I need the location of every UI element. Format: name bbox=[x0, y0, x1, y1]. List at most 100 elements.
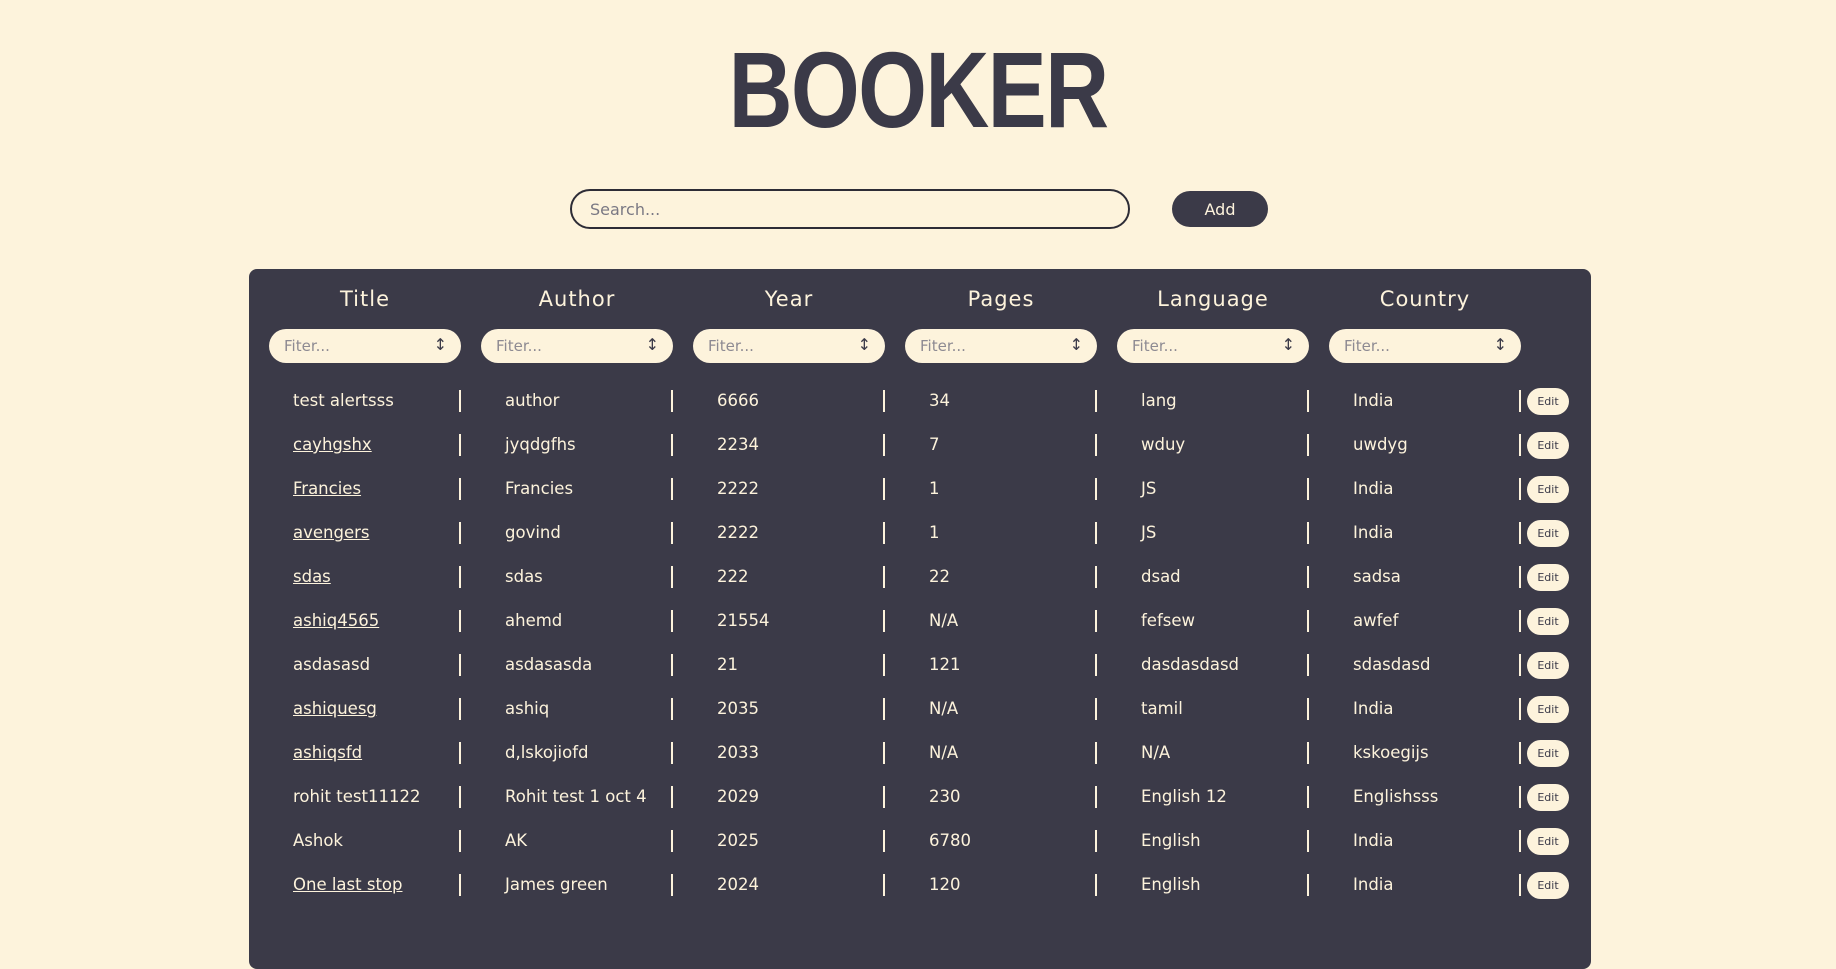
edit-button[interactable]: Edit bbox=[1527, 608, 1569, 635]
cell-country: awfef bbox=[1353, 611, 1399, 630]
edit-button[interactable]: Edit bbox=[1527, 828, 1569, 855]
sort-arrows-icon[interactable]: ↕ bbox=[646, 335, 659, 354]
sort-arrows-icon[interactable]: ↕ bbox=[858, 335, 871, 354]
column-divider bbox=[671, 654, 673, 676]
column-divider bbox=[1519, 874, 1521, 896]
cell-year: 2222 bbox=[717, 523, 759, 542]
column-divider bbox=[1519, 478, 1521, 500]
column-header-year[interactable]: Year bbox=[693, 287, 885, 311]
column-divider bbox=[671, 742, 673, 764]
cell-pages: 7 bbox=[929, 435, 940, 454]
sort-arrows-icon[interactable]: ↕ bbox=[1282, 335, 1295, 354]
cell-title[interactable]: ashiquesg bbox=[293, 687, 377, 731]
column-divider bbox=[1519, 830, 1521, 852]
edit-button[interactable]: Edit bbox=[1527, 432, 1569, 459]
column-divider bbox=[459, 830, 461, 852]
column-header-country[interactable]: Country bbox=[1329, 287, 1521, 311]
sort-arrows-icon[interactable]: ↕ bbox=[434, 335, 447, 354]
cell-pages: 230 bbox=[929, 787, 961, 806]
column-divider bbox=[883, 478, 885, 500]
edit-button[interactable]: Edit bbox=[1527, 564, 1569, 591]
filter-input-pages[interactable]: Fiter... ↕ bbox=[905, 329, 1097, 363]
cell-country: sdasdasd bbox=[1353, 655, 1431, 674]
filter-input-author[interactable]: Fiter... ↕ bbox=[481, 329, 673, 363]
column-header-title[interactable]: Title bbox=[269, 287, 461, 311]
filter-input-year[interactable]: Fiter... ↕ bbox=[693, 329, 885, 363]
column-header-language[interactable]: Language bbox=[1117, 287, 1309, 311]
filter-input-language[interactable]: Fiter... ↕ bbox=[1117, 329, 1309, 363]
column-divider bbox=[459, 654, 461, 676]
edit-button[interactable]: Edit bbox=[1527, 784, 1569, 811]
edit-button[interactable]: Edit bbox=[1527, 872, 1569, 899]
column-divider bbox=[459, 742, 461, 764]
cell-title[interactable]: cayhgshx bbox=[293, 423, 372, 467]
table-row: asdasasd asdasasda 21 121 dasdasdasd sdasdasd… bbox=[249, 643, 1591, 687]
column-divider bbox=[1095, 786, 1097, 808]
column-divider bbox=[671, 830, 673, 852]
column-divider bbox=[1095, 522, 1097, 544]
column-divider bbox=[1307, 874, 1309, 896]
column-divider bbox=[1519, 566, 1521, 588]
cell-title[interactable]: sdas bbox=[293, 555, 331, 599]
table-row: Ashok AK 2025 6780 English India Edit bbox=[249, 819, 1591, 863]
table-row: test alertsss author 6666 34 lang India Edit bbox=[249, 379, 1591, 423]
table-row: ashiq4565 ahemd 21554 N/A fefsew awfef Edit bbox=[249, 599, 1591, 643]
column-divider bbox=[459, 566, 461, 588]
cell-language: JS bbox=[1141, 523, 1157, 542]
books-table: Title Fiter... ↕ Author Fiter... ↕ Year Fiter..… bbox=[249, 269, 1591, 969]
sort-arrows-icon[interactable]: ↕ bbox=[1070, 335, 1083, 354]
cell-author: ashiq bbox=[505, 699, 550, 718]
cell-title[interactable]: ashiq4565 bbox=[293, 599, 379, 643]
cell-language: dasdasdasd bbox=[1141, 655, 1240, 674]
edit-button[interactable]: Edit bbox=[1527, 476, 1569, 503]
app-logo: BOOKER bbox=[728, 29, 1110, 150]
cell-author: govind bbox=[505, 523, 561, 542]
sort-arrows-icon[interactable]: ↕ bbox=[1494, 335, 1507, 354]
column-header-author[interactable]: Author bbox=[481, 287, 673, 311]
edit-button[interactable]: Edit bbox=[1527, 696, 1569, 723]
filter-placeholder: Fiter... bbox=[496, 337, 542, 355]
cell-title[interactable]: Francies bbox=[293, 467, 361, 511]
table-row: Francies Francies 2222 1 JS India Edit bbox=[249, 467, 1591, 511]
table-row: sdas sdas 222 22 dsad sadsa Edit bbox=[249, 555, 1591, 599]
search-input[interactable] bbox=[570, 189, 1130, 229]
column-divider bbox=[883, 698, 885, 720]
cell-author: Francies bbox=[505, 479, 574, 498]
column-divider bbox=[671, 874, 673, 896]
column-divider bbox=[459, 786, 461, 808]
filter-input-title[interactable]: Fiter... ↕ bbox=[269, 329, 461, 363]
column-divider bbox=[1519, 698, 1521, 720]
edit-button[interactable]: Edit bbox=[1527, 740, 1569, 767]
column-divider bbox=[883, 874, 885, 896]
column-divider bbox=[1095, 610, 1097, 632]
edit-button[interactable]: Edit bbox=[1527, 520, 1569, 547]
column-divider bbox=[883, 830, 885, 852]
column-divider bbox=[1307, 522, 1309, 544]
column-divider bbox=[883, 654, 885, 676]
cell-title: Ashok bbox=[293, 831, 343, 850]
column-divider bbox=[1519, 742, 1521, 764]
cell-year: 2029 bbox=[717, 787, 759, 806]
add-book-button[interactable]: Add bbox=[1172, 191, 1268, 227]
table-row: ashiquesg ashiq 2035 N/A tamil India Edit bbox=[249, 687, 1591, 731]
filter-placeholder: Fiter... bbox=[1344, 337, 1390, 355]
cell-author: sdas bbox=[505, 567, 543, 586]
filter-placeholder: Fiter... bbox=[284, 337, 330, 355]
cell-title[interactable]: One last stop bbox=[293, 863, 402, 907]
column-divider bbox=[1095, 830, 1097, 852]
cell-title[interactable]: ashiqsfd bbox=[293, 731, 362, 775]
column-divider bbox=[1095, 478, 1097, 500]
column-header-pages[interactable]: Pages bbox=[905, 287, 1097, 311]
filter-input-country[interactable]: Fiter... ↕ bbox=[1329, 329, 1521, 363]
edit-button[interactable]: Edit bbox=[1527, 652, 1569, 679]
cell-country: India bbox=[1353, 831, 1394, 850]
cell-language: English bbox=[1141, 875, 1201, 894]
cell-author: AK bbox=[505, 831, 528, 850]
cell-title[interactable]: avengers bbox=[293, 511, 370, 555]
column-divider bbox=[883, 786, 885, 808]
column-divider bbox=[1307, 390, 1309, 412]
column-divider bbox=[883, 390, 885, 412]
edit-button[interactable]: Edit bbox=[1527, 388, 1569, 415]
cell-title: test alertsss bbox=[293, 391, 394, 410]
column-divider bbox=[1095, 566, 1097, 588]
